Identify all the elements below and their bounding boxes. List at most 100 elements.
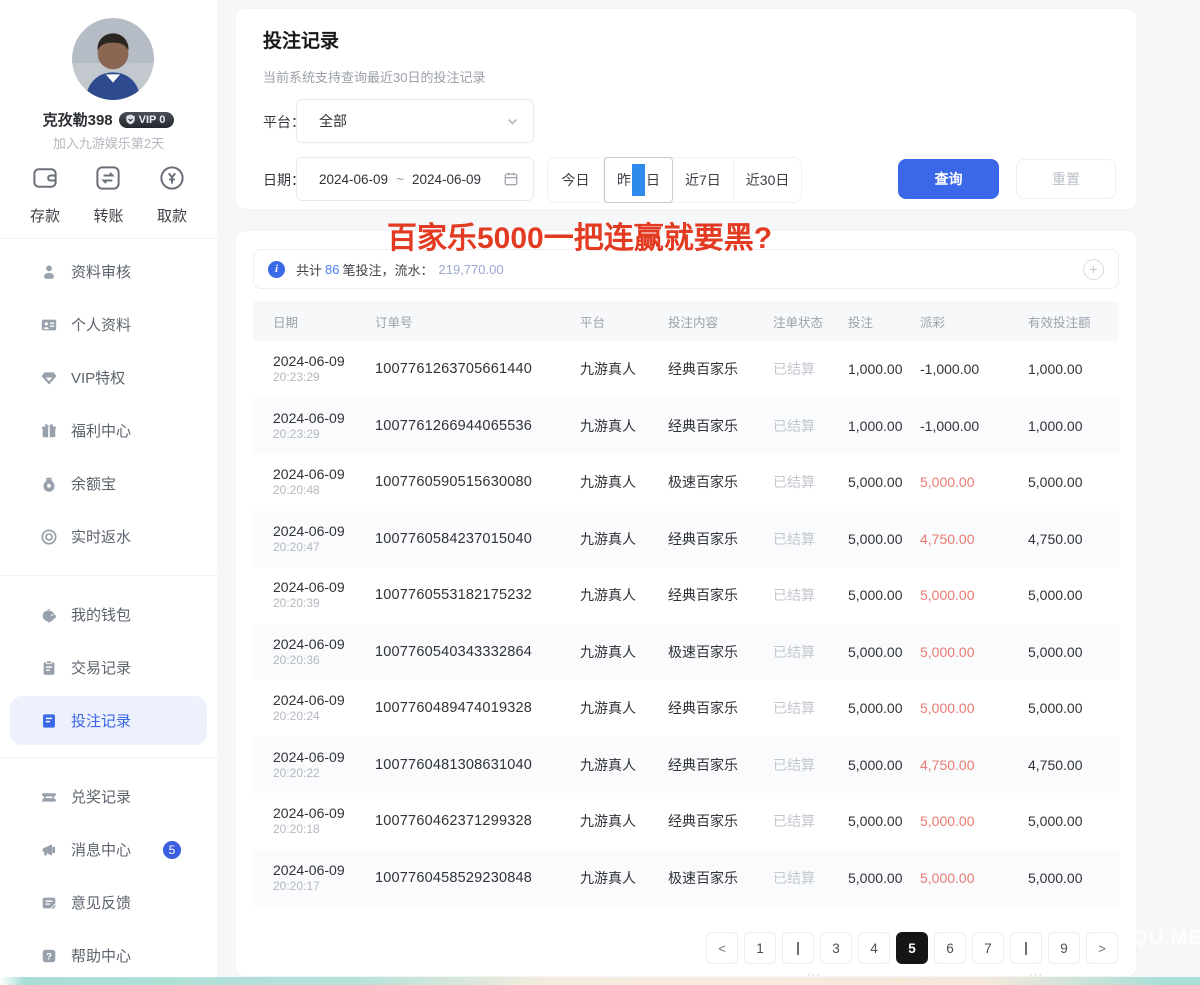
- yuebao-icon: [40, 475, 58, 493]
- page-button-6[interactable]: 6: [934, 932, 966, 964]
- table-row[interactable]: 2024-06-0920:20:39 1007760553182175232 九…: [253, 567, 1119, 624]
- sidebar-item-wallet[interactable]: 我的钱包: [0, 588, 217, 641]
- vip-badge[interactable]: VIP 0: [119, 112, 175, 128]
- cell-date: 2024-06-0920:20:24: [273, 692, 375, 724]
- chevron-down-icon: [506, 115, 519, 128]
- sidebar-menu: 资料审核 个人资料 VIP特权 福利中心 余额宝 实时返水 我的钱包 交易记录 …: [0, 238, 217, 982]
- table-row[interactable]: 2024-06-0920:20:17 1007760458529230848 九…: [253, 850, 1119, 907]
- cell-platform: 九游真人: [580, 416, 668, 436]
- search-button[interactable]: 查询: [898, 159, 999, 199]
- sidebar-item-trade[interactable]: 交易记录: [0, 641, 217, 694]
- cell-order-number: 1007760462371299328: [375, 813, 580, 829]
- cell-valid-bet: 5,000.00: [1028, 587, 1103, 603]
- platform-select-value: 全部: [319, 111, 347, 131]
- welfare-icon: [40, 422, 58, 440]
- quick-range-近30日[interactable]: 近30日: [734, 158, 802, 202]
- cell-status: 已结算: [773, 472, 848, 492]
- cell-bet-content: 经典百家乐: [668, 529, 773, 549]
- sidebar-item-prize[interactable]: 兑奖记录: [0, 770, 217, 823]
- sidebar-item-vip[interactable]: VIP特权: [0, 351, 217, 404]
- calendar-icon: [503, 171, 519, 187]
- column-header: 订单号: [375, 312, 580, 331]
- cell-bet-amount: 5,000.00: [848, 813, 920, 829]
- cell-date: 2024-06-0920:20:47: [273, 523, 375, 555]
- cell-status: 已结算: [773, 529, 848, 549]
- cell-status: 已结算: [773, 811, 848, 831]
- page-next-button[interactable]: >: [1086, 932, 1118, 964]
- table-row[interactable]: 2024-06-0920:20:36 1007760540343332864 九…: [253, 624, 1119, 681]
- cell-date: 2024-06-0920:23:29: [273, 410, 375, 442]
- table-row[interactable]: 2024-06-0920:20:48 1007760590515630080 九…: [253, 454, 1119, 511]
- table-row[interactable]: 2024-06-0920:20:22 1007760481308631040 九…: [253, 737, 1119, 794]
- cell-date: 2024-06-0920:23:29: [273, 353, 375, 385]
- vip-icon: [40, 369, 58, 387]
- circle-plus-icon[interactable]: +: [1083, 259, 1104, 280]
- sidebar-item-feedback[interactable]: 意见反馈: [0, 876, 217, 929]
- table-row[interactable]: 2024-06-0920:23:29 1007761266944065536 九…: [253, 398, 1119, 455]
- page-button-7[interactable]: 7: [972, 932, 1004, 964]
- transfer-action[interactable]: 转账: [93, 163, 123, 226]
- cell-payout: 5,000.00: [920, 813, 1028, 829]
- sidebar-item-rebate[interactable]: 实时返水: [0, 510, 217, 563]
- table-row[interactable]: 2024-06-0920:20:18 1007760462371299328 九…: [253, 793, 1119, 850]
- column-header: 日期: [273, 312, 375, 331]
- user-avatar[interactable]: [72, 18, 154, 100]
- quick-range-今日[interactable]: 今日: [548, 158, 604, 202]
- text-selection-block: [632, 164, 645, 196]
- watermark: EQU.ME: [1118, 927, 1200, 950]
- page-button-5[interactable]: 5: [896, 932, 928, 964]
- deposit-action[interactable]: 存款: [30, 163, 60, 226]
- withdraw-icon: [157, 163, 187, 198]
- sidebar-item-welfare[interactable]: 福利中心: [0, 404, 217, 457]
- filter-card: 投注记录 当前系统支持查询最近30日的投注记录 平台： 全部 日期： 2024-…: [235, 8, 1137, 210]
- cell-date: 2024-06-0920:20:36: [273, 636, 375, 668]
- cell-bet-content: 极速百家乐: [668, 472, 773, 492]
- page-button-4[interactable]: 4: [858, 932, 890, 964]
- cell-bet-amount: 5,000.00: [848, 474, 920, 490]
- table-row[interactable]: 2024-06-0920:23:29 1007761263705661440 九…: [253, 341, 1119, 398]
- table-row[interactable]: 2024-06-0920:20:47 1007760584237015040 九…: [253, 511, 1119, 568]
- deposit-icon: [30, 163, 60, 198]
- cell-bet-content: 经典百家乐: [668, 359, 773, 379]
- date-range-input[interactable]: 2024-06-09 ~ 2024-06-09: [296, 157, 534, 201]
- cell-platform: 九游真人: [580, 585, 668, 605]
- feedback-icon: [40, 894, 58, 912]
- page-ellipsis-button[interactable]: [1010, 932, 1042, 964]
- page-ellipsis-button[interactable]: [782, 932, 814, 964]
- quick-range-昨日[interactable]: 昨日: [604, 157, 673, 203]
- cell-status: 已结算: [773, 642, 848, 662]
- platform-select[interactable]: 全部: [296, 99, 534, 143]
- cell-bet-amount: 5,000.00: [848, 644, 920, 660]
- sidebar-item-help[interactable]: ? 帮助中心: [0, 929, 217, 982]
- cell-payout: 5,000.00: [920, 700, 1028, 716]
- sidebar-item-yuebao[interactable]: 余额宝: [0, 457, 217, 510]
- page-title: 投注记录: [263, 26, 339, 53]
- page-prev-button[interactable]: <: [706, 932, 738, 964]
- page-button-1[interactable]: 1: [744, 932, 776, 964]
- cell-payout: 4,750.00: [920, 757, 1028, 773]
- summary-amount: 219,770.00: [439, 262, 504, 277]
- page-button-3[interactable]: 3: [820, 932, 852, 964]
- bottom-edge-strip: [0, 977, 1200, 985]
- profile-icon: [40, 316, 58, 334]
- withdraw-action[interactable]: 取款: [157, 163, 187, 226]
- column-header: 有效投注额: [1028, 312, 1103, 331]
- quick-range-近7日[interactable]: 近7日: [673, 158, 734, 202]
- table-row[interactable]: 2024-06-0920:20:24 1007760489474019328 九…: [253, 680, 1119, 737]
- sidebar-item-message[interactable]: 消息中心5: [0, 823, 217, 876]
- cell-payout: 5,000.00: [920, 644, 1028, 660]
- transfer-icon: [93, 163, 123, 198]
- cell-payout: 5,000.00: [920, 870, 1028, 886]
- page-button-9[interactable]: 9: [1048, 932, 1080, 964]
- cell-date: 2024-06-0920:20:18: [273, 805, 375, 837]
- column-header: 平台: [580, 312, 668, 331]
- cell-date: 2024-06-0920:20:48: [273, 466, 375, 498]
- cell-order-number: 1007761266944065536: [375, 418, 580, 434]
- sidebar-item-audit[interactable]: 资料审核: [0, 245, 217, 298]
- table-body: 2024-06-0920:23:29 1007761263705661440 九…: [253, 341, 1119, 906]
- sidebar-item-bets[interactable]: 投注记录: [10, 696, 207, 745]
- cell-bet-amount: 5,000.00: [848, 700, 920, 716]
- sidebar-item-profile[interactable]: 个人资料: [0, 298, 217, 351]
- cell-date: 2024-06-0920:20:17: [273, 862, 375, 894]
- reset-button[interactable]: 重置: [1016, 159, 1116, 199]
